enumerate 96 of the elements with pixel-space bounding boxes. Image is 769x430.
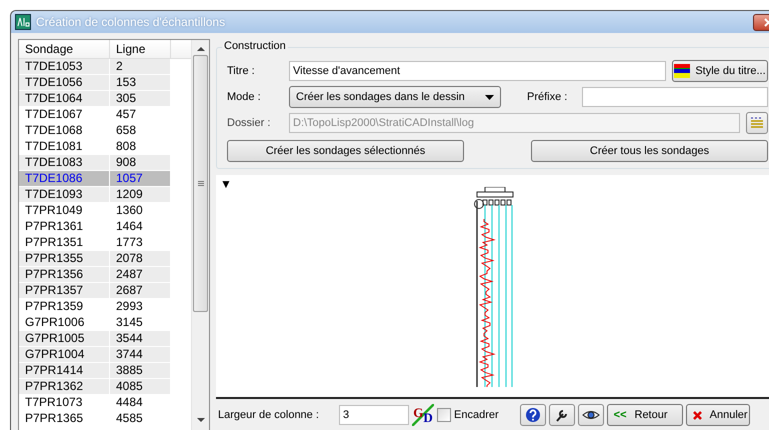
table-cell: P7PR1355 — [19, 251, 110, 266]
table-cell: 4085 — [110, 379, 171, 394]
table-cell: 658 — [110, 123, 171, 138]
table-cell: 1773 — [110, 235, 171, 250]
list-icon — [750, 117, 764, 129]
table-cell: T7DE1083 — [19, 155, 110, 170]
list-row[interactable]: T7DE1056 153 — [19, 75, 171, 91]
close-icon — [692, 410, 702, 420]
field-label: Titre : — [227, 65, 256, 77]
table-cell: T7DE1086 — [19, 171, 110, 186]
window-title: Création de colonnes d'échantillons — [36, 15, 226, 29]
table-cell: 2993 — [110, 299, 171, 314]
field-label: Préfixe : — [526, 91, 568, 103]
browse-button[interactable] — [746, 112, 768, 134]
table-cell: T7DE1093 — [19, 187, 110, 202]
group-legend: Construction — [222, 40, 288, 52]
table-cell: 1057 — [110, 171, 171, 186]
table-cell: P7PR1357 — [19, 283, 110, 298]
list-row[interactable]: P7PR1362 4085 — [19, 379, 171, 395]
table-cell: P7PR1414 — [19, 363, 110, 378]
view-button[interactable] — [578, 404, 604, 426]
field-label: Dossier : — [227, 117, 272, 129]
list-row[interactable]: G7PR1005 3544 — [19, 331, 171, 347]
scroll-down-icon[interactable] — [196, 418, 204, 423]
prefix-field[interactable] — [582, 87, 768, 107]
list-row[interactable]: P7PR1356 2487 — [19, 267, 171, 283]
marker-glyph: ▼ — [220, 177, 232, 191]
table-cell: 908 — [110, 155, 171, 170]
table-cell: T7DE1081 — [19, 139, 110, 154]
list-row[interactable]: P7PR1357 2687 — [19, 283, 171, 299]
table-cell: 153 — [110, 75, 171, 90]
table-cell: 457 — [110, 107, 171, 122]
table-cell: T7DE1067 — [19, 107, 110, 122]
wrench-icon — [554, 407, 570, 423]
field-label: Mode : — [227, 91, 262, 103]
list-row[interactable]: P7PR1355 2078 — [19, 251, 171, 267]
create-all-button[interactable]: Créer tous les sondages — [531, 140, 768, 162]
table-cell: T7DE1053 — [19, 59, 110, 74]
color-bars-icon — [674, 64, 690, 78]
list-row[interactable]: G7PR1004 3744 — [19, 347, 171, 363]
table-cell: 3885 — [110, 363, 171, 378]
table-cell: T7PR1073 — [19, 395, 110, 410]
table-cell: P7PR1351 — [19, 235, 110, 250]
table-cell: G7PR1005 — [19, 331, 110, 346]
table-cell: 2078 — [110, 251, 171, 266]
list-row[interactable]: P7PR1414 3885 — [19, 363, 171, 379]
list-row[interactable]: T7DE1053 2 — [19, 59, 171, 75]
list-row[interactable]: T7DE1064 305 — [19, 91, 171, 107]
table-cell: P7PR1362 — [19, 379, 110, 394]
title-field[interactable]: Vitesse d'avancement — [289, 61, 666, 81]
frame-checkbox[interactable]: Encadrer — [437, 408, 499, 422]
table-cell: 2487 — [110, 267, 171, 282]
table-cell: 1209 — [110, 187, 171, 202]
table-cell: 2687 — [110, 283, 171, 298]
list-row[interactable]: T7DE1086 1057 — [19, 171, 171, 187]
tool-button[interactable] — [548, 404, 575, 426]
table-cell: G7PR1004 — [19, 347, 110, 362]
table-cell: 4484 — [110, 395, 171, 410]
column-header[interactable]: Sondage — [19, 40, 110, 58]
title-style-button[interactable]: Style du titre... — [672, 60, 768, 82]
table-cell: G7PR1006 — [19, 315, 110, 330]
column-header[interactable]: Ligne — [110, 40, 171, 58]
list-row[interactable]: T7DE1083 908 — [19, 155, 171, 171]
width-field[interactable]: 3 — [339, 405, 409, 425]
table-cell: 305 — [110, 91, 171, 106]
table-cell: 1464 — [110, 219, 171, 234]
table-cell: 1360 — [110, 203, 171, 218]
caret-icon — [484, 94, 494, 100]
table-cell: P7PR1359 — [19, 299, 110, 314]
table-cell: 808 — [110, 139, 171, 154]
scroll-up-icon[interactable] — [196, 46, 204, 51]
table-cell: T7DE1064 — [19, 91, 110, 106]
table-cell: 3544 — [110, 331, 171, 346]
table-cell: T7DE1068 — [19, 123, 110, 138]
table-cell: P7PR1361 — [19, 219, 110, 234]
table-cell: 3145 — [110, 315, 171, 330]
table-cell: P7PR1365 — [19, 411, 110, 426]
table-cell: P7PR1356 — [19, 267, 110, 282]
help-icon — [524, 407, 541, 423]
app-icon — [15, 14, 31, 30]
field-label: Largeur de colonne : — [218, 409, 320, 421]
list-row[interactable]: T7DE1093 1209 — [19, 187, 171, 203]
grip-icon — [198, 180, 204, 186]
table-cell: T7PR1049 — [19, 203, 110, 218]
gd-icon[interactable]: GD — [412, 404, 434, 426]
table-cell: 3744 — [110, 347, 171, 362]
table-cell: T7DE1056 — [19, 75, 110, 90]
mode-dropdown[interactable]: Créer les sondages dans le dessin — [289, 86, 501, 108]
create-selected-button[interactable]: Créer les sondages sélectionnés — [227, 140, 464, 162]
cancel-button[interactable]: Annuler — [686, 404, 750, 426]
scrollbar-thumb[interactable] — [193, 55, 208, 312]
help-button[interactable] — [520, 404, 546, 426]
eye-icon — [582, 408, 600, 422]
back-button[interactable]: << Retour — [606, 404, 683, 426]
table-cell: 4585 — [110, 411, 171, 426]
table-cell: 2 — [110, 59, 171, 74]
